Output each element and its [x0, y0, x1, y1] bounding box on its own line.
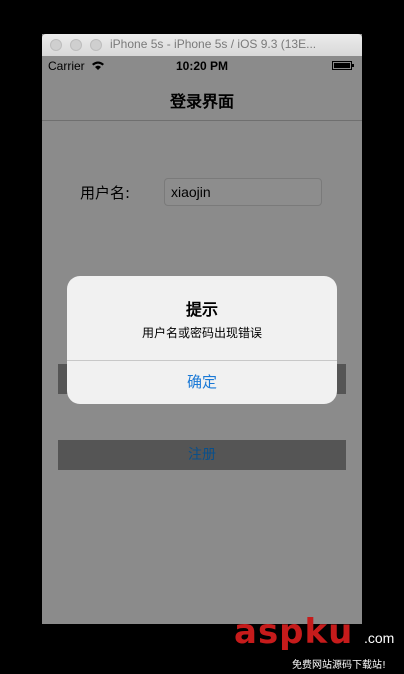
watermark: aspku .com 免费网站源码下载站!: [234, 612, 400, 672]
desktop-background: iPhone 5s - iPhone 5s / iOS 9.3 (13E... …: [0, 0, 404, 674]
alert-title: 提示: [185, 300, 218, 319]
username-input[interactable]: xiaojin: [164, 178, 322, 206]
close-window-button[interactable]: [50, 39, 62, 51]
clock-time: 10:20 PM: [175, 59, 229, 73]
navigation-bar: 登录界面: [42, 76, 362, 121]
alert-message: 用户名或密码出现错误: [141, 326, 262, 340]
register-button[interactable]: 注册: [58, 440, 346, 470]
device-screen: Carrier 10:20 PM 登录界面 用户名: xiaojin 注册 提示…: [42, 56, 362, 624]
watermark-tld: .com: [364, 630, 395, 646]
page-title: 登录界面: [169, 92, 234, 111]
status-bar: Carrier 10:20 PM: [42, 56, 362, 76]
battery-icon: [332, 61, 354, 70]
watermark-tagline: 免费网站源码下载站!: [292, 660, 387, 671]
minimize-window-button[interactable]: [70, 39, 82, 51]
username-label: 用户名:: [80, 184, 131, 202]
alert-dialog: 提示 用户名或密码出现错误 确定: [67, 276, 337, 404]
simulator-window: iPhone 5s - iPhone 5s / iOS 9.3 (13E... …: [42, 34, 362, 624]
simulator-titlebar: iPhone 5s - iPhone 5s / iOS 9.3 (13E...: [42, 34, 362, 57]
alert-confirm-button[interactable]: 确定: [67, 361, 337, 404]
zoom-window-button[interactable]: [90, 39, 102, 51]
watermark-logo: aspku: [234, 612, 354, 652]
simulator-title: iPhone 5s - iPhone 5s / iOS 9.3 (13E...: [110, 37, 317, 51]
